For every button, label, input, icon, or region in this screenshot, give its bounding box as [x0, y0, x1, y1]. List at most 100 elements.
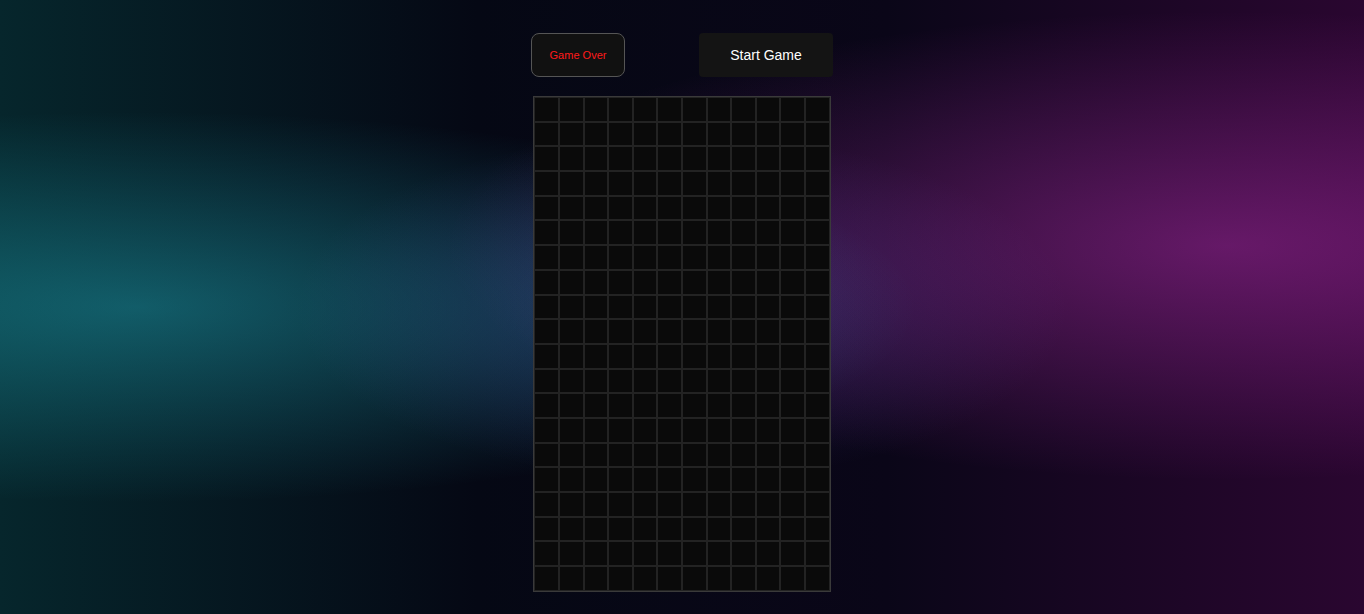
- board-cell: [534, 443, 559, 468]
- board-cell: [608, 196, 633, 221]
- board-cell: [633, 171, 658, 196]
- board-cell: [608, 418, 633, 443]
- board-cell: [682, 146, 707, 171]
- board-cell: [805, 541, 830, 566]
- board-cell: [707, 566, 732, 591]
- board-cell: [756, 319, 781, 344]
- board-cell: [780, 122, 805, 147]
- board-cell: [756, 344, 781, 369]
- board-cell: [559, 418, 584, 443]
- board-cell: [534, 393, 559, 418]
- board-cell: [707, 517, 732, 542]
- board-cell: [608, 220, 633, 245]
- board-cell: [584, 146, 609, 171]
- board-cell: [731, 245, 756, 270]
- board-cell: [657, 245, 682, 270]
- board-cell: [633, 220, 658, 245]
- board-cell: [682, 270, 707, 295]
- board-cell: [633, 467, 658, 492]
- board-cell: [559, 245, 584, 270]
- board-cell: [731, 492, 756, 517]
- board-cell: [756, 393, 781, 418]
- board-cell: [780, 220, 805, 245]
- board-cell: [756, 245, 781, 270]
- board-cell: [657, 220, 682, 245]
- board-cell: [707, 295, 732, 320]
- board-cell: [633, 492, 658, 517]
- board-cell: [731, 196, 756, 221]
- board-cell: [633, 541, 658, 566]
- board-cell: [559, 146, 584, 171]
- board-cell: [731, 566, 756, 591]
- board-cell: [657, 319, 682, 344]
- board-cell: [756, 122, 781, 147]
- board-cell: [731, 220, 756, 245]
- board-cell: [805, 492, 830, 517]
- board-cell: [657, 171, 682, 196]
- board-cell: [707, 443, 732, 468]
- board-cell: [731, 369, 756, 394]
- board-cell: [731, 146, 756, 171]
- board-cell: [682, 97, 707, 122]
- board-cell: [657, 295, 682, 320]
- board-cell: [657, 492, 682, 517]
- board-cell: [805, 369, 830, 394]
- board-cell: [633, 245, 658, 270]
- board-cell: [731, 295, 756, 320]
- board-cell: [657, 418, 682, 443]
- board-cell: [780, 171, 805, 196]
- board-cell: [559, 270, 584, 295]
- board-cell: [805, 319, 830, 344]
- board-cell: [584, 245, 609, 270]
- board-cell: [756, 517, 781, 542]
- board-cell: [780, 541, 805, 566]
- board-cell: [534, 220, 559, 245]
- board-cell: [805, 295, 830, 320]
- board-cell: [707, 418, 732, 443]
- board-cell: [805, 418, 830, 443]
- board-cell: [707, 270, 732, 295]
- board-cell: [756, 369, 781, 394]
- board-cell: [707, 492, 732, 517]
- board-cell: [682, 196, 707, 221]
- board-cell: [657, 393, 682, 418]
- board-cell: [780, 97, 805, 122]
- board-cell: [633, 418, 658, 443]
- board-cell: [584, 566, 609, 591]
- board-cell: [756, 492, 781, 517]
- board-cell: [707, 220, 732, 245]
- board-cell: [780, 418, 805, 443]
- board-cell: [682, 369, 707, 394]
- board-cell: [657, 146, 682, 171]
- board-cell: [534, 245, 559, 270]
- board-cell: [633, 196, 658, 221]
- board-cell: [534, 344, 559, 369]
- board-cell: [805, 122, 830, 147]
- board-cell: [584, 492, 609, 517]
- board-cell: [559, 467, 584, 492]
- board-cell: [756, 220, 781, 245]
- board-cell: [682, 492, 707, 517]
- board-cell: [707, 196, 732, 221]
- board-cell: [534, 467, 559, 492]
- board-cell: [805, 566, 830, 591]
- board-cell: [534, 566, 559, 591]
- board-cell: [707, 319, 732, 344]
- board-cell: [534, 369, 559, 394]
- board-cell: [756, 295, 781, 320]
- board-cell: [633, 97, 658, 122]
- board-cell: [584, 418, 609, 443]
- board-cell: [805, 344, 830, 369]
- board-cell: [633, 443, 658, 468]
- board-cell: [756, 541, 781, 566]
- board-cell: [559, 97, 584, 122]
- board-cell: [780, 319, 805, 344]
- board-cell: [608, 245, 633, 270]
- board-cell: [682, 467, 707, 492]
- board-cell: [584, 344, 609, 369]
- board-cell: [534, 146, 559, 171]
- board-cell: [756, 196, 781, 221]
- start-button[interactable]: Start Game: [699, 33, 833, 77]
- board-cell: [633, 146, 658, 171]
- board-cell: [657, 443, 682, 468]
